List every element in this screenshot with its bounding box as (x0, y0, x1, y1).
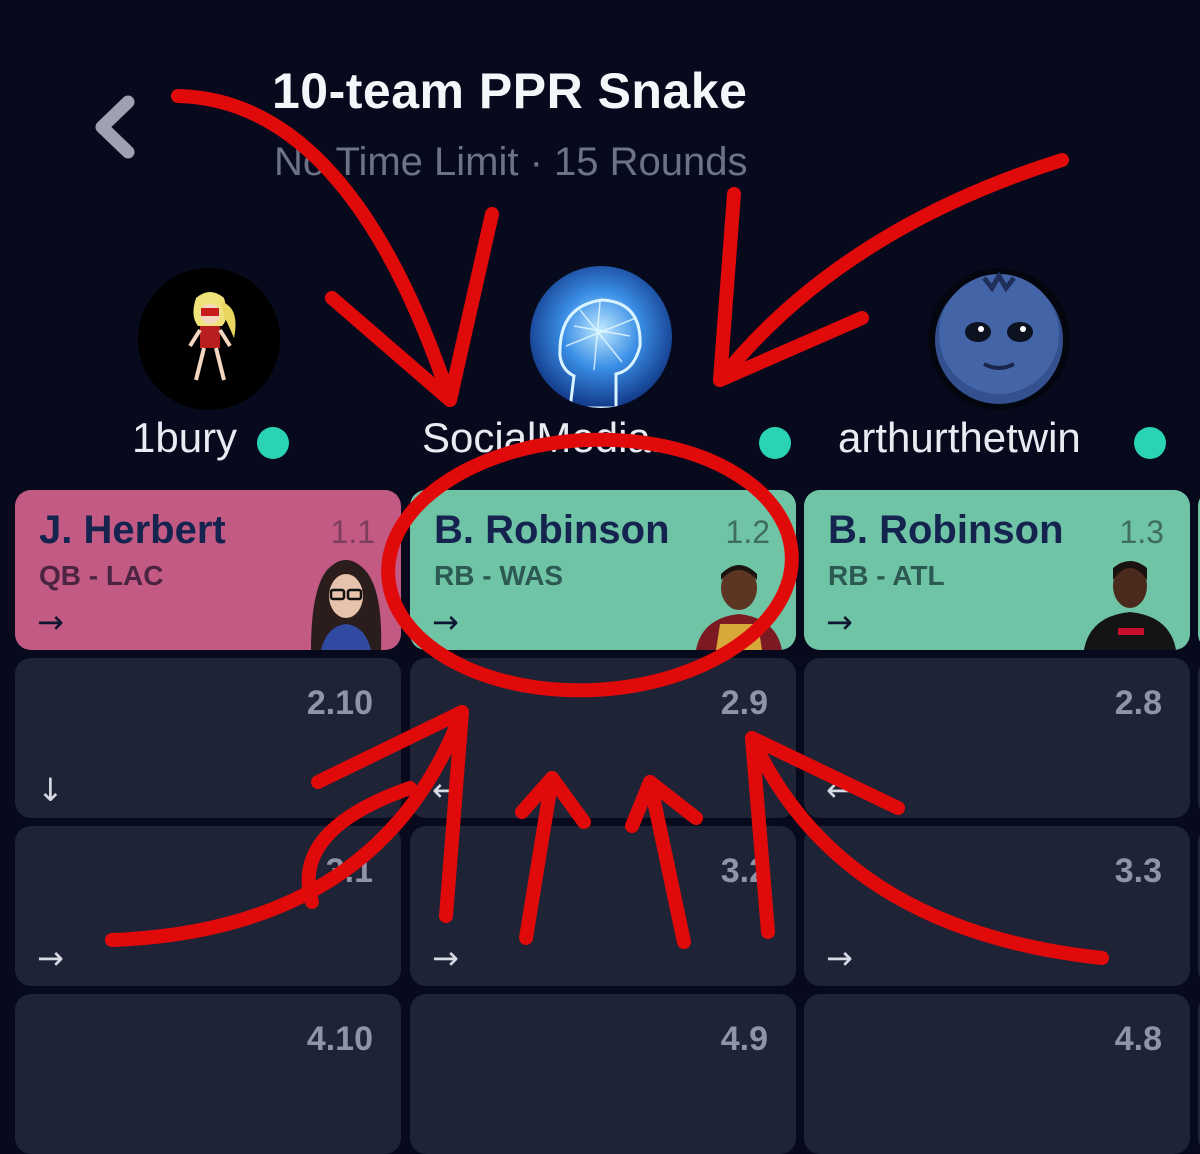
player-position-team: QB - LAC (39, 560, 164, 591)
avatar-image (138, 268, 280, 410)
player-position-team: RB - WAS (434, 560, 564, 591)
avatar-image (530, 266, 672, 408)
team-avatar-socialmedia[interactable] (530, 266, 672, 408)
pick-number: 1.2 (725, 514, 770, 550)
pick-number: 1.3 (1119, 514, 1164, 550)
pick-card-1-3[interactable]: B. Robinson 1.3 RB - ATL → (804, 490, 1190, 650)
annotation-arrow (325, 207, 499, 407)
arrow-left-icon: ← (826, 771, 853, 809)
pick-number: 2.9 (720, 684, 768, 722)
team-avatar-1bury[interactable] (138, 268, 280, 410)
pick-number: 2.8 (1114, 684, 1162, 722)
pick-card-1-1[interactable]: J. Herbert 1.1 QB - LAC → (15, 490, 401, 650)
player-position-team: RB - ATL (828, 560, 945, 591)
pick-cell-4-10[interactable]: 4.10 (15, 994, 401, 1154)
team-name-3[interactable]: arthurthetwin (838, 414, 1081, 462)
online-status-icon (1134, 427, 1166, 459)
arrow-right-icon: → (432, 603, 459, 641)
pick-cell-2-10[interactable]: 2.10 ↓ (15, 658, 401, 818)
arrow-right-icon: → (826, 939, 853, 977)
back-chevron-icon[interactable] (88, 92, 148, 162)
pick-number: 4.9 (720, 1020, 768, 1058)
player-photo (696, 565, 782, 650)
pick-cell-3-2[interactable]: 3.2 → (410, 826, 796, 986)
pick-number: 4.10 (306, 1020, 373, 1058)
team-name-1[interactable]: 1bury (132, 414, 237, 462)
player-photo (1084, 561, 1176, 650)
draft-title: 10-team PPR Snake (272, 63, 748, 119)
annotation-arrow (713, 187, 869, 387)
pick-number: 2.10 (306, 684, 373, 722)
pick-cell-4-9[interactable]: 4.9 (410, 994, 796, 1154)
online-status-icon (759, 427, 791, 459)
arrow-right-icon: → (37, 939, 64, 977)
arrow-right-icon: → (432, 939, 459, 977)
pick-number: 1.1 (330, 514, 375, 550)
pick-cell-3-3[interactable]: 3.3 → (804, 826, 1190, 986)
player-photo (311, 560, 382, 650)
player-name: J. Herbert (39, 508, 226, 552)
pick-cell-2-9[interactable]: 2.9 ← (410, 658, 796, 818)
team-name-2[interactable]: SocialMedia... (422, 414, 686, 462)
pick-cell-3-1[interactable]: 3.1 → (15, 826, 401, 986)
avatar-image (928, 268, 1070, 410)
arrow-right-icon: → (37, 603, 64, 641)
team-avatar-arthurthetwin[interactable] (928, 268, 1070, 410)
player-name: B. Robinson (828, 508, 1064, 552)
arrow-right-icon: → (826, 603, 853, 641)
arrow-down-icon: ↓ (37, 771, 64, 809)
pick-cell-4-8[interactable]: 4.8 (804, 994, 1190, 1154)
pick-number: 3.1 (325, 852, 373, 890)
pick-number: 4.8 (1114, 1020, 1162, 1058)
online-status-icon (257, 427, 289, 459)
player-name: B. Robinson (434, 508, 670, 552)
pick-cell-2-8[interactable]: 2.8 ← (804, 658, 1190, 818)
pick-number: 3.3 (1114, 852, 1162, 890)
pick-number: 3.2 (720, 852, 768, 890)
pick-card-1-2[interactable]: B. Robinson 1.2 RB - WAS → (410, 490, 796, 650)
arrow-left-icon: ← (432, 771, 459, 809)
draft-subtitle: No Time Limit · 15 Rounds (274, 140, 748, 184)
